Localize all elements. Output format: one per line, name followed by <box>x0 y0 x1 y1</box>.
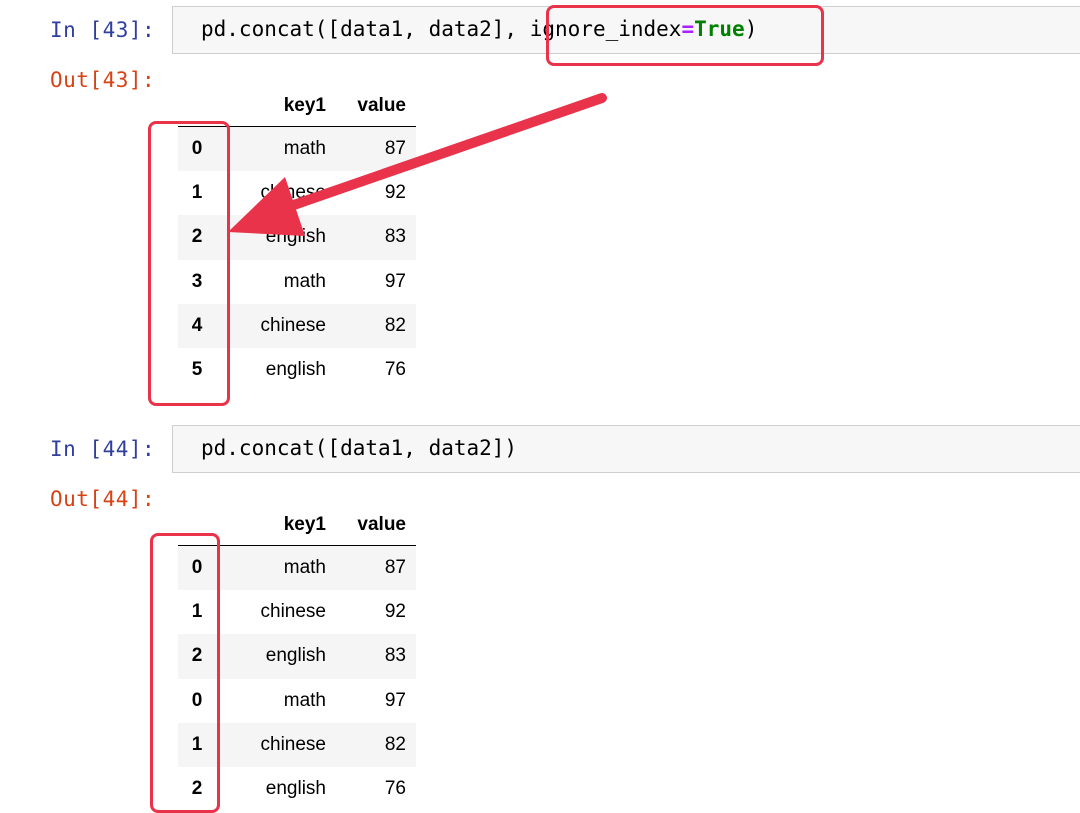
column-header-key1: key1 <box>216 505 326 546</box>
row-index: 0 <box>191 689 203 711</box>
table-row: 3 math 97 <box>178 260 416 304</box>
table-row: 2 english 76 <box>178 767 416 811</box>
row-index: 0 <box>191 557 203 579</box>
cell-value: 83 <box>384 645 406 667</box>
table-header-row: key1 value <box>178 505 416 546</box>
row-index: 1 <box>191 601 203 623</box>
column-header-value: value <box>326 86 416 127</box>
code-line-44[interactable]: pd.concat([data1, data2]) <box>201 436 517 460</box>
cell-key1: math <box>283 270 326 292</box>
cell-key1: math <box>283 138 326 160</box>
cell-key1: english <box>265 778 326 800</box>
code-prefix: pd.concat([data1, data2], <box>201 17 530 41</box>
cell-key1: chinese <box>260 182 327 204</box>
code-cell-44[interactable]: pd.concat([data1, data2]) <box>172 425 1080 473</box>
row-index: 2 <box>191 645 203 667</box>
cell-value: 83 <box>384 226 406 248</box>
table-row: 2 english 83 <box>178 634 416 679</box>
table-row: 1 chinese 92 <box>178 171 416 215</box>
cell-key1: math <box>283 557 326 579</box>
output-prompt-44: Out[44]: <box>50 487 156 511</box>
cell-value: 97 <box>384 689 406 711</box>
input-prompt-44: In [44]: <box>50 437 156 461</box>
dataframe-output-43: key1 value 0 math 87 1 chinese 92 2 english 83… <box>178 86 416 392</box>
column-header-key1: key1 <box>216 86 326 127</box>
cell-value: 82 <box>384 733 406 755</box>
row-index: 5 <box>191 359 203 381</box>
column-header-value: value <box>326 505 416 546</box>
row-index: 3 <box>191 270 203 292</box>
row-index: 1 <box>191 182 203 204</box>
code-suffix: ) <box>744 17 758 41</box>
table-row: 1 chinese 82 <box>178 722 416 767</box>
table-row: 5 english 76 <box>178 348 416 392</box>
code-param: ignore_index <box>529 17 682 41</box>
cell-key1: chinese <box>260 314 327 336</box>
table-row: 4 chinese 82 <box>178 303 416 348</box>
code-true-keyword: True <box>694 17 745 41</box>
cell-value: 92 <box>384 601 406 623</box>
cell-value: 82 <box>384 314 406 336</box>
cell-key1: english <box>265 359 326 381</box>
index-header <box>178 86 216 127</box>
code-line-43[interactable]: pd.concat([data1, data2], ignore_index=T… <box>201 17 757 41</box>
output-prompt-43: Out[43]: <box>50 68 156 92</box>
row-index: 0 <box>191 138 203 160</box>
table-row: 2 english 83 <box>178 215 416 260</box>
cell-value: 87 <box>384 557 406 579</box>
cell-value: 87 <box>384 138 406 160</box>
row-index: 2 <box>191 226 203 248</box>
code-operator: = <box>681 17 695 41</box>
table-header-row: key1 value <box>178 86 416 127</box>
cell-key1: math <box>283 689 326 711</box>
cell-key1: english <box>265 226 326 248</box>
cell-value: 76 <box>384 778 406 800</box>
row-index: 1 <box>191 733 203 755</box>
cell-key1: chinese <box>260 733 327 755</box>
table-row: 0 math 97 <box>178 679 416 723</box>
input-prompt-43: In [43]: <box>50 18 156 42</box>
annotation-arrow-icon <box>228 93 607 236</box>
row-index: 2 <box>191 778 203 800</box>
cell-value: 76 <box>384 359 406 381</box>
code-cell-43[interactable]: pd.concat([data1, data2], ignore_index=T… <box>172 6 1080 54</box>
table-row: 1 chinese 92 <box>178 590 416 634</box>
cell-value: 92 <box>384 182 406 204</box>
cell-value: 97 <box>384 270 406 292</box>
cell-key1: chinese <box>260 601 327 623</box>
index-header <box>178 505 216 546</box>
row-index: 4 <box>191 314 203 336</box>
table-row: 0 math 87 <box>178 545 416 591</box>
dataframe-output-44: key1 value 0 math 87 1 chinese 92 2 english 83… <box>178 505 416 811</box>
table-row: 0 math 87 <box>178 126 416 172</box>
cell-key1: english <box>265 645 326 667</box>
